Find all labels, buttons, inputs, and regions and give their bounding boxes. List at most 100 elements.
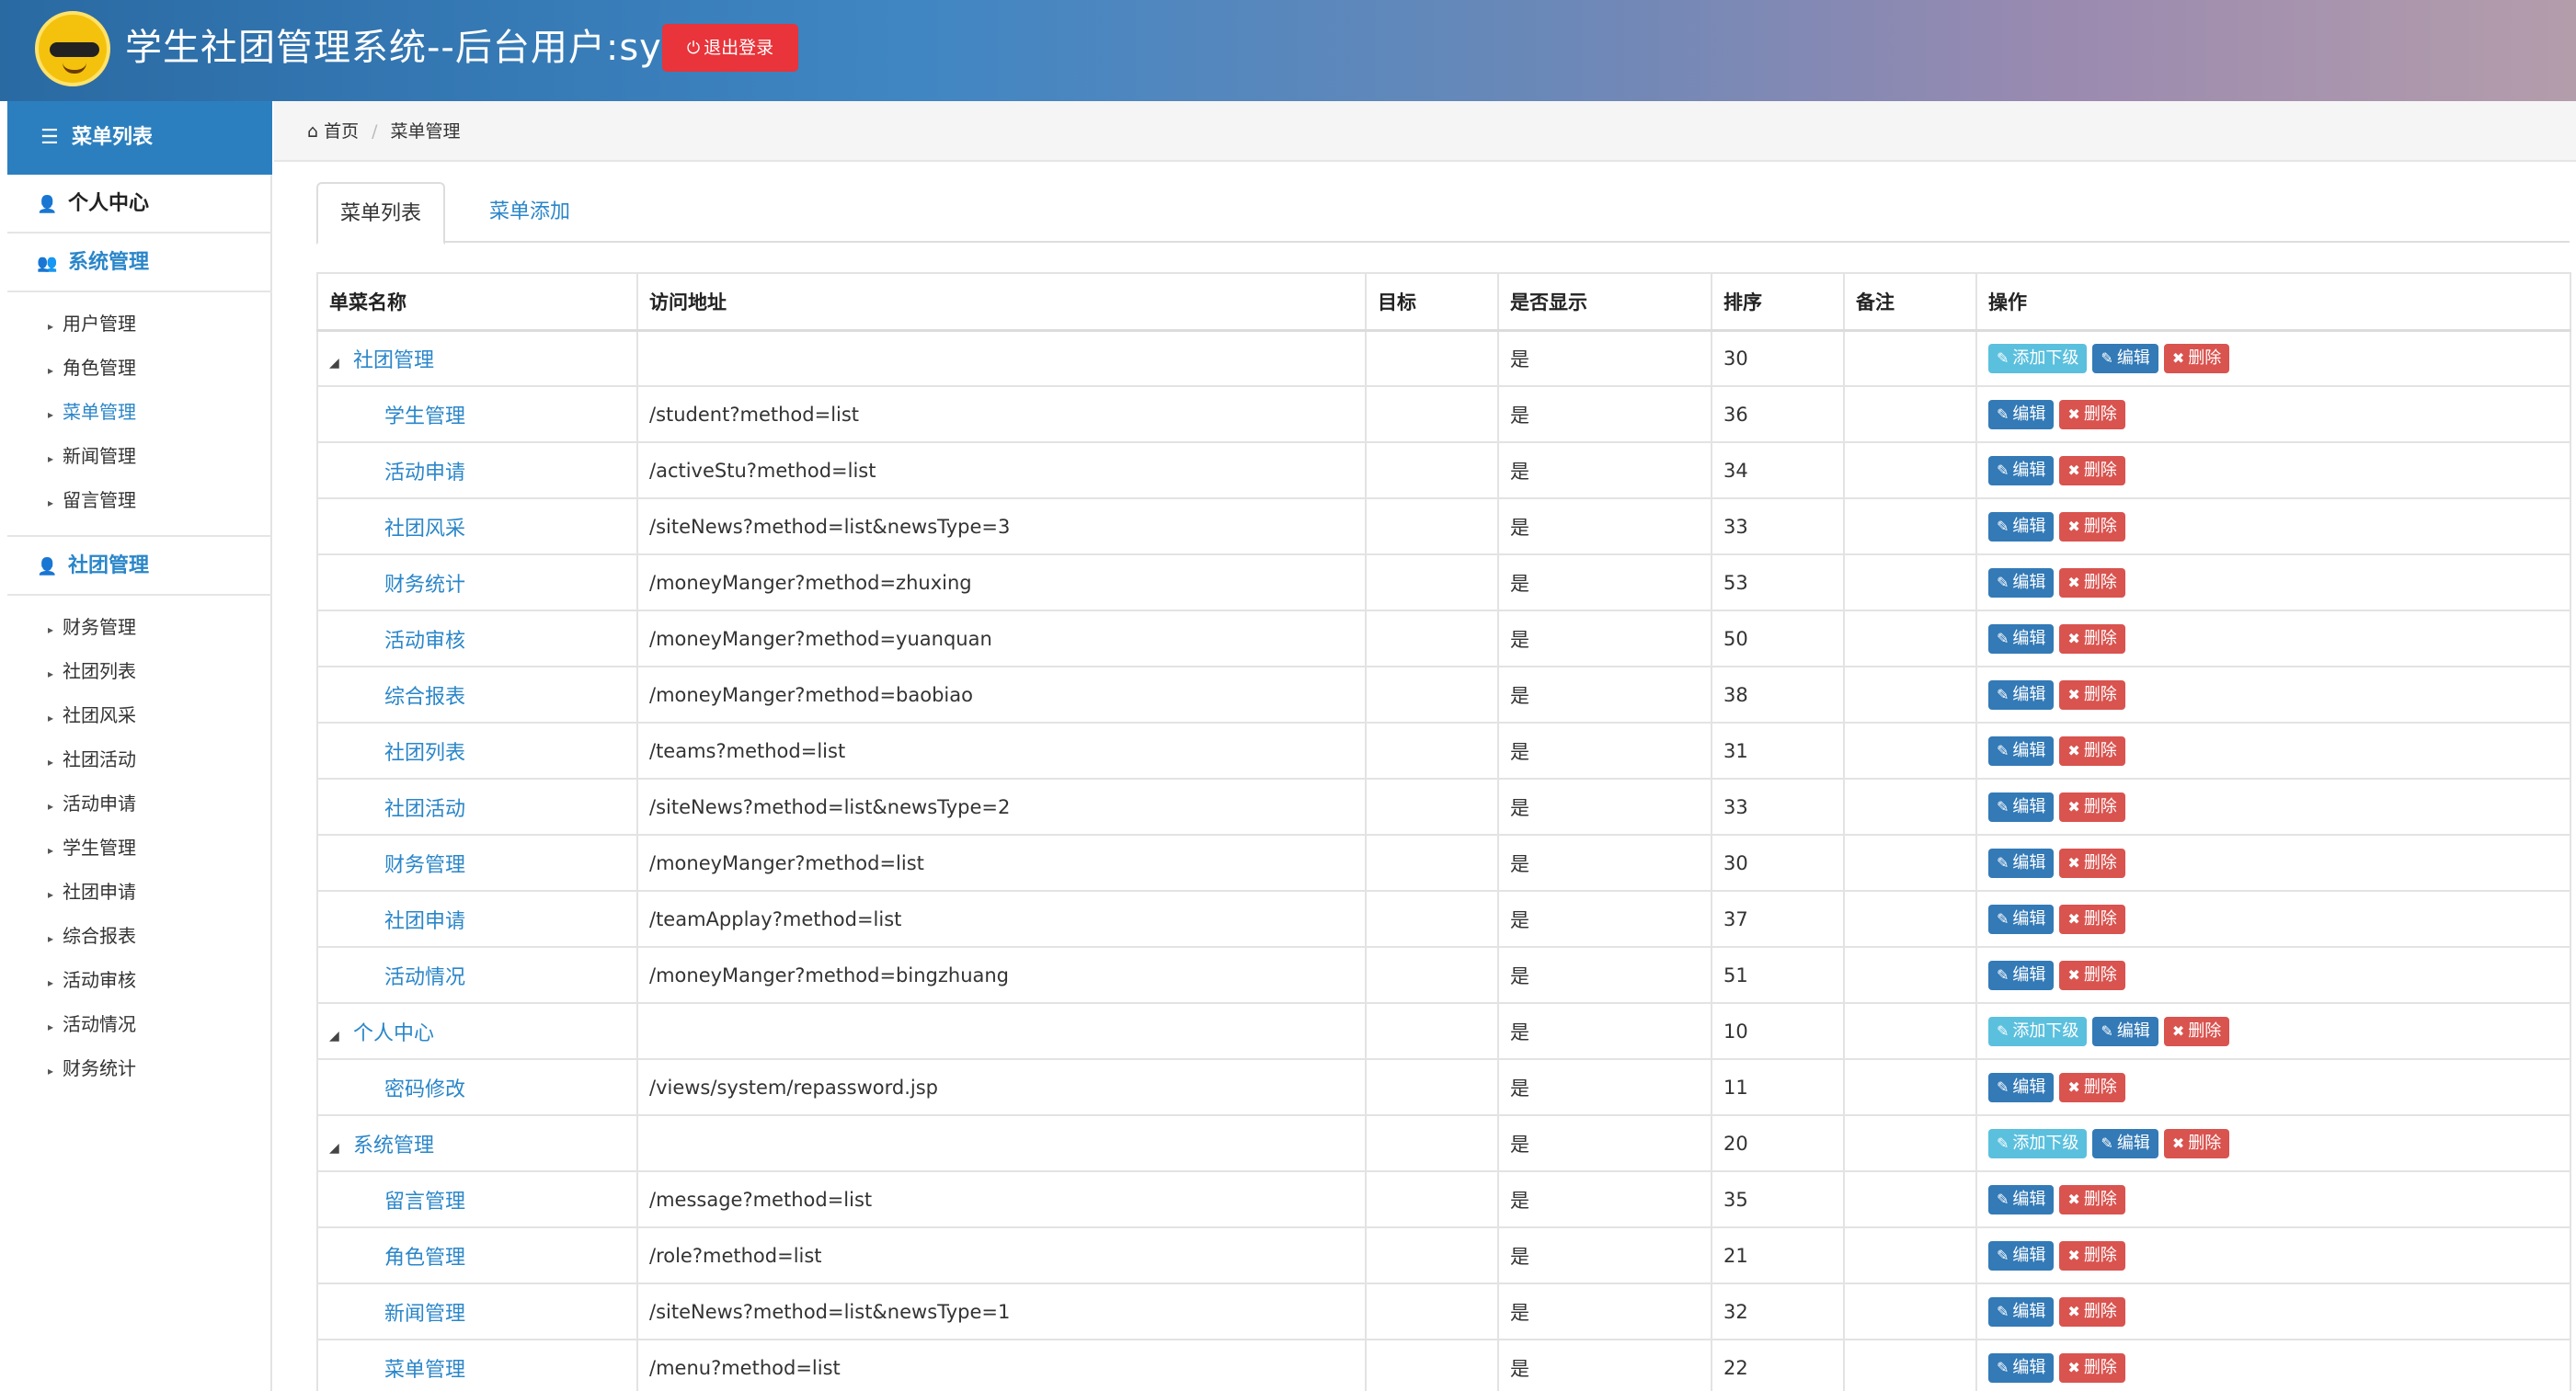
menu-name-cell[interactable]: 留言管理 [316, 1170, 638, 1228]
menu-name-cell[interactable]: 社团申请 [316, 890, 638, 948]
sidebar-item-label: 社团列表 [63, 660, 136, 682]
delete-button[interactable]: ✖ 删除 [2059, 511, 2125, 542]
menu-name-cell[interactable]: 财务统计 [316, 553, 638, 611]
sidebar-item[interactable]: ▸ 活动申请 [7, 781, 272, 826]
menu-name-cell[interactable]: 社团活动 [316, 778, 638, 836]
edit-button[interactable]: ✎ 编辑 [1988, 960, 2055, 990]
sidebar-item[interactable]: ▸ 社团风采 [7, 693, 272, 737]
delete-button[interactable]: ✖ 删除 [2163, 1128, 2230, 1158]
sidebar-item[interactable]: ▸ 社团列表 [7, 649, 272, 693]
menu-name-cell[interactable]: 学生管理 [316, 385, 638, 443]
add-child-button[interactable]: ✎ 添加下级 [1988, 1016, 2088, 1046]
menu-name-cell[interactable]: 社团风采 [316, 497, 638, 555]
delete-button[interactable]: ✖ 删除 [2059, 455, 2125, 485]
edit-button[interactable]: ✎ 编辑 [1988, 1184, 2055, 1214]
sidebar-item[interactable]: ▸ 菜单管理 [7, 390, 272, 434]
menu-target-cell [1365, 1002, 1499, 1060]
edit-button[interactable]: ✎ 编辑 [1988, 904, 2055, 934]
delete-button[interactable]: ✖ 删除 [2059, 567, 2125, 598]
edit-button[interactable]: ✎ 编辑 [1988, 848, 2055, 878]
button-label: 删除 [2188, 1020, 2222, 1041]
sidebar-item[interactable]: ▸ 活动审核 [7, 958, 272, 1002]
delete-button[interactable]: ✖ 删除 [2059, 1184, 2125, 1214]
menu-name-cell[interactable]: ◢ 系统管理 [316, 1114, 638, 1172]
edit-button[interactable]: ✎ 编辑 [2092, 1016, 2158, 1046]
delete-button[interactable]: ✖ 删除 [2059, 735, 2125, 766]
delete-button[interactable]: ✖ 删除 [2163, 1016, 2230, 1046]
expand-toggle-icon[interactable]: ◢ [329, 1141, 353, 1156]
sidebar-item[interactable]: ▸ 角色管理 [7, 346, 272, 390]
remove-icon: ✖ [2067, 853, 2080, 872]
menu-name-cell[interactable]: 新闻管理 [316, 1283, 638, 1340]
edit-button[interactable]: ✎ 编辑 [1988, 1296, 2055, 1327]
edit-button[interactable]: ✎ 编辑 [1988, 735, 2055, 766]
tab-bar: 菜单列表 菜单添加 [316, 182, 2570, 245]
edit-button[interactable]: ✎ 编辑 [1988, 1240, 2055, 1271]
menu-name-cell[interactable]: 财务管理 [316, 834, 638, 892]
remove-icon: ✖ [2067, 685, 2080, 703]
delete-button[interactable]: ✖ 删除 [2059, 1296, 2125, 1327]
sidebar-item[interactable]: ▸ 活动情况 [7, 1002, 272, 1046]
expand-toggle-icon[interactable]: ◢ [329, 356, 353, 371]
menu-name-cell[interactable]: 活动审核 [316, 610, 638, 667]
edit-button[interactable]: ✎ 编辑 [1988, 623, 2055, 654]
edit-button[interactable]: ✎ 编辑 [1988, 511, 2055, 542]
edit-button[interactable]: ✎ 编辑 [2092, 343, 2158, 373]
menu-name: 密码修改 [384, 1077, 466, 1101]
menu-name-cell[interactable]: ◢ 社团管理 [316, 329, 638, 387]
menu-name-cell[interactable]: 菜单管理 [316, 1339, 638, 1391]
menu-name-cell[interactable]: 活动情况 [316, 946, 638, 1004]
logout-button[interactable]: ⏻ 退出登录 [662, 24, 798, 72]
tab-menu-add[interactable]: 菜单添加 [467, 182, 592, 243]
delete-button[interactable]: ✖ 删除 [2059, 1240, 2125, 1271]
sidebar-item[interactable]: ▸ 新闻管理 [7, 434, 272, 478]
menu-name-cell[interactable]: 综合报表 [316, 666, 638, 724]
button-label: 删除 [2083, 964, 2117, 985]
add-child-button[interactable]: ✎ 添加下级 [1988, 343, 2088, 373]
delete-button[interactable]: ✖ 删除 [2059, 399, 2125, 429]
sidebar-item[interactable]: ▸ 财务管理 [7, 605, 272, 649]
menu-order-cell: 20 [1711, 1114, 1845, 1172]
delete-button[interactable]: ✖ 删除 [2059, 848, 2125, 878]
menu-name-cell[interactable]: 密码修改 [316, 1058, 638, 1116]
delete-button[interactable]: ✖ 删除 [2059, 904, 2125, 934]
menu-note-cell [1843, 1170, 1977, 1228]
sidebar-item[interactable]: ▸ 社团申请 [7, 870, 272, 914]
delete-button[interactable]: ✖ 删除 [2059, 623, 2125, 654]
button-label: 编辑 [2012, 572, 2046, 592]
add-child-button[interactable]: ✎ 添加下级 [1988, 1128, 2088, 1158]
edit-button[interactable]: ✎ 编辑 [1988, 399, 2055, 429]
delete-button[interactable]: ✖ 删除 [2059, 679, 2125, 710]
column-header: 排序 [1711, 272, 1845, 332]
sidebar-item[interactable]: ▸ 财务统计 [7, 1046, 272, 1090]
delete-button[interactable]: ✖ 删除 [2059, 1072, 2125, 1102]
sidebar-item[interactable]: ▸ 学生管理 [7, 826, 272, 870]
menu-name-cell[interactable]: ◢ 个人中心 [316, 1002, 638, 1060]
edit-button[interactable]: ✎ 编辑 [1988, 679, 2055, 710]
sidebar-item[interactable]: ▸ 综合报表 [7, 914, 272, 958]
menu-name-cell[interactable]: 活动申请 [316, 441, 638, 499]
button-label: 编辑 [2012, 516, 2046, 536]
edit-button[interactable]: ✎ 编辑 [1988, 567, 2055, 598]
delete-button[interactable]: ✖ 删除 [2059, 960, 2125, 990]
edit-button[interactable]: ✎ 编辑 [1988, 455, 2055, 485]
tab-menu-list[interactable]: 菜单列表 [316, 182, 446, 245]
sidebar-item[interactable]: ▸ 留言管理 [7, 478, 272, 522]
menu-name-cell[interactable]: 社团列表 [316, 722, 638, 780]
sidebar-item[interactable]: ▸ 用户管理 [7, 302, 272, 346]
delete-button[interactable]: ✖ 删除 [2059, 792, 2125, 822]
edit-button[interactable]: ✎ 编辑 [1988, 792, 2055, 822]
sidebar-section-personal[interactable]: 👤 个人中心 [7, 175, 272, 234]
delete-button[interactable]: ✖ 删除 [2059, 1352, 2125, 1383]
sidebar-section-club[interactable]: 👤 社团管理 [7, 537, 272, 596]
sidebar-section-system[interactable]: 👥 系统管理 [7, 234, 272, 292]
edit-button[interactable]: ✎ 编辑 [1988, 1072, 2055, 1102]
menu-order-cell: 37 [1711, 890, 1845, 948]
edit-button[interactable]: ✎ 编辑 [2092, 1128, 2158, 1158]
sidebar-item[interactable]: ▸ 社团活动 [7, 737, 272, 781]
breadcrumb-home[interactable]: 首页 [324, 121, 359, 142]
delete-button[interactable]: ✖ 删除 [2163, 343, 2230, 373]
menu-name-cell[interactable]: 角色管理 [316, 1226, 638, 1284]
edit-button[interactable]: ✎ 编辑 [1988, 1352, 2055, 1383]
expand-toggle-icon[interactable]: ◢ [329, 1029, 353, 1043]
